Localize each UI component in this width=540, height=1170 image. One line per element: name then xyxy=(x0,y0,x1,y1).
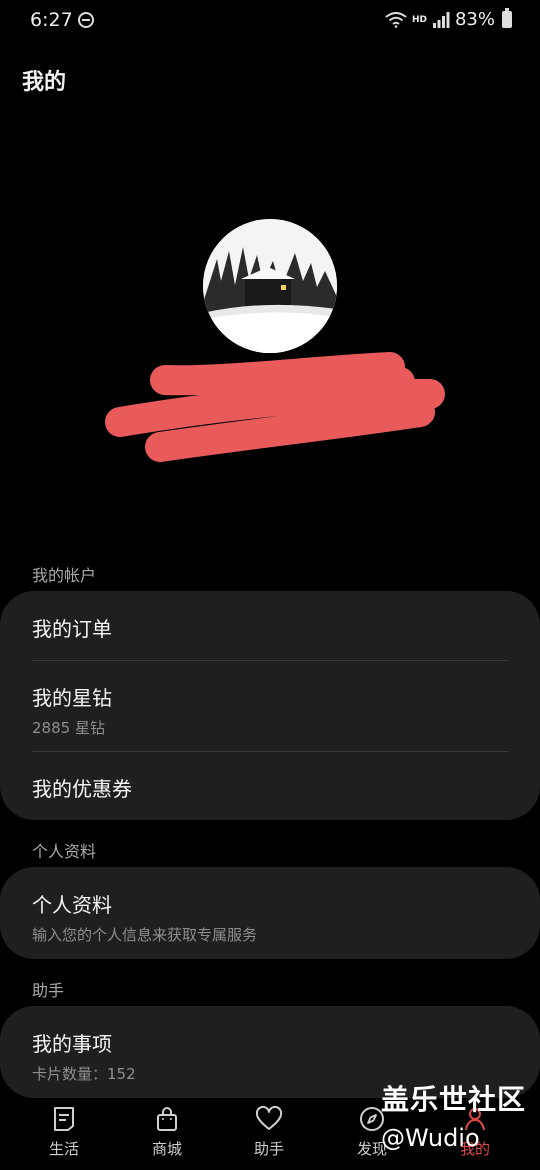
profile-card: 个人资料 输入您的个人信息来获取专属服务 xyxy=(0,867,540,959)
status-icons: HD 83% xyxy=(385,8,512,30)
my-items-title: 我的事项 xyxy=(32,1032,112,1056)
signal-icon xyxy=(432,11,450,28)
cabin-in-forest-avatar xyxy=(203,219,337,353)
watermark-handle: @Wudio xyxy=(380,1124,480,1152)
my-coupons-row[interactable]: 我的优惠券 xyxy=(32,773,508,802)
wifi-icon xyxy=(385,11,407,28)
shopping-bag-icon xyxy=(157,1107,177,1131)
tab-assistant[interactable]: 助手 xyxy=(229,1106,309,1159)
divider xyxy=(32,660,508,661)
tab-assistant-label: 助手 xyxy=(253,1140,284,1158)
redacted-username xyxy=(105,352,445,462)
tab-life[interactable]: 生活 xyxy=(24,1106,104,1159)
my-orders-title: 我的订单 xyxy=(32,617,112,641)
status-bar: 6:27 HD 83% xyxy=(0,0,540,42)
my-diamonds-title: 我的星钻 xyxy=(32,686,112,710)
personal-info-subtitle: 输入您的个人信息来获取专属服务 xyxy=(32,926,258,944)
section-label-account: 我的帐户 xyxy=(32,566,97,585)
my-coupons-title: 我的优惠券 xyxy=(32,777,132,801)
battery-icon xyxy=(502,8,512,28)
do-not-disturb-icon xyxy=(78,12,94,28)
section-label-profile: 个人资料 xyxy=(32,842,97,861)
my-diamonds-count: 2885 星钻 xyxy=(32,719,105,737)
status-time: 6:27 xyxy=(30,9,73,31)
personal-info-title: 个人资料 xyxy=(32,893,112,917)
tab-life-label: 生活 xyxy=(48,1140,79,1158)
my-items-row[interactable]: 我的事项 卡片数量：152 xyxy=(32,1028,508,1084)
life-card-icon xyxy=(54,1107,74,1131)
divider xyxy=(32,751,508,752)
my-diamonds-row[interactable]: 我的星钻 2885 星钻 xyxy=(32,682,508,738)
account-card: 我的订单 我的星钻 2885 星钻 我的优惠券 xyxy=(0,591,540,820)
avatar[interactable] xyxy=(203,219,337,353)
watermark: 盖乐世社区 @Wudio xyxy=(381,1078,526,1152)
heart-icon xyxy=(255,1106,283,1130)
page-title: 我的 xyxy=(22,70,67,95)
tab-mall-label: 商城 xyxy=(151,1140,182,1158)
my-orders-row[interactable]: 我的订单 xyxy=(32,613,508,642)
watermark-brand: 盖乐世社区 xyxy=(380,1083,526,1116)
section-label-assistant: 助手 xyxy=(32,981,65,1000)
battery-percent: 83% xyxy=(454,9,495,30)
network-label: HD xyxy=(411,14,427,25)
tab-mall[interactable]: 商城 xyxy=(127,1106,207,1159)
personal-info-row[interactable]: 个人资料 输入您的个人信息来获取专属服务 xyxy=(32,889,508,945)
